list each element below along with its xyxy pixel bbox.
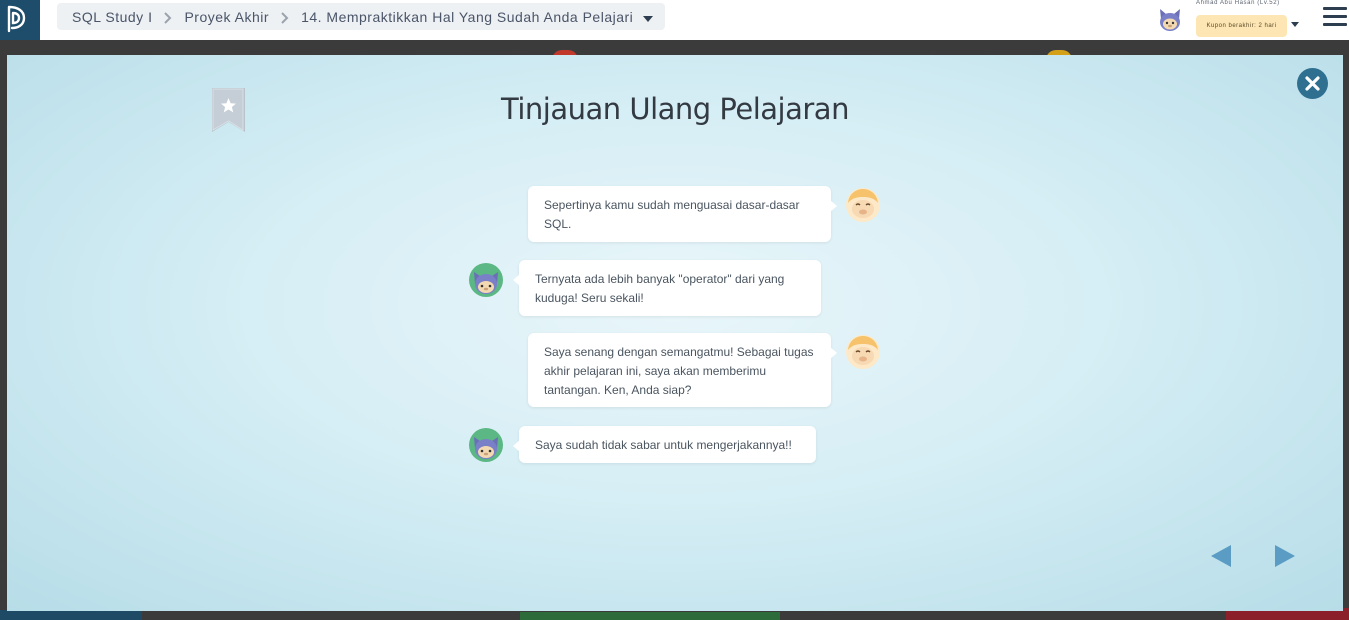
background-panel	[0, 610, 142, 620]
chat-text: Saya sudah tidak sabar untuk mengerjakan…	[535, 438, 792, 452]
user-name: Ahmad Abu Hasan (Lv.52)	[1196, 0, 1280, 6]
mentor-avatar-icon	[845, 187, 881, 223]
chat-text: Saya senang dengan semangatmu! Sebagai t…	[544, 345, 814, 397]
chevron-right-icon	[273, 9, 297, 25]
chat-bubble-student: Saya sudah tidak sabar untuk mengerjakan…	[513, 426, 816, 463]
lesson-review-modal: Tinjauan Ulang Pelajaran Sepertinya kamu…	[7, 55, 1343, 611]
student-avatar-icon	[468, 262, 504, 298]
next-arrow-icon[interactable]	[1271, 543, 1297, 569]
breadcrumb-section[interactable]: Proyek Akhir	[184, 9, 269, 25]
breadcrumb-lesson[interactable]: 14. Mempraktikkan Hal Yang Sudah Anda Pe…	[301, 9, 633, 25]
top-navigation-bar: SQL Study I Proyek Akhir 14. Mempraktikk…	[0, 0, 1349, 40]
chat-text: Sepertinya kamu sudah menguasai dasar-da…	[544, 198, 800, 231]
mentor-avatar-icon	[845, 334, 881, 370]
student-avatar-icon	[468, 427, 504, 463]
progate-logo-icon[interactable]	[0, 0, 40, 40]
prev-arrow-icon[interactable]	[1209, 543, 1235, 569]
user-menu-caret-icon[interactable]	[1291, 14, 1299, 32]
breadcrumb-course[interactable]: SQL Study I	[72, 9, 152, 25]
breadcrumb: SQL Study I Proyek Akhir 14. Mempraktikk…	[57, 3, 665, 30]
user-avatar[interactable]	[1156, 5, 1184, 33]
coupon-badge: Kupon berakhir: 2 hari	[1196, 15, 1287, 37]
chat-bubble-mentor: Sepertinya kamu sudah menguasai dasar-da…	[528, 186, 837, 242]
hamburger-menu-icon[interactable]	[1323, 7, 1347, 27]
close-icon[interactable]	[1297, 68, 1328, 99]
modal-title: Tinjauan Ulang Pelajaran	[501, 92, 849, 126]
chat-bubble-student: Ternyata ada lebih banyak "operator" dar…	[513, 260, 821, 316]
caret-down-icon[interactable]	[643, 9, 654, 25]
chevron-right-icon	[156, 9, 180, 25]
chat-bubble-mentor: Saya senang dengan semangatmu! Sebagai t…	[528, 333, 837, 407]
background-panel	[520, 612, 780, 620]
chat-text: Ternyata ada lebih banyak "operator" dar…	[535, 272, 785, 305]
